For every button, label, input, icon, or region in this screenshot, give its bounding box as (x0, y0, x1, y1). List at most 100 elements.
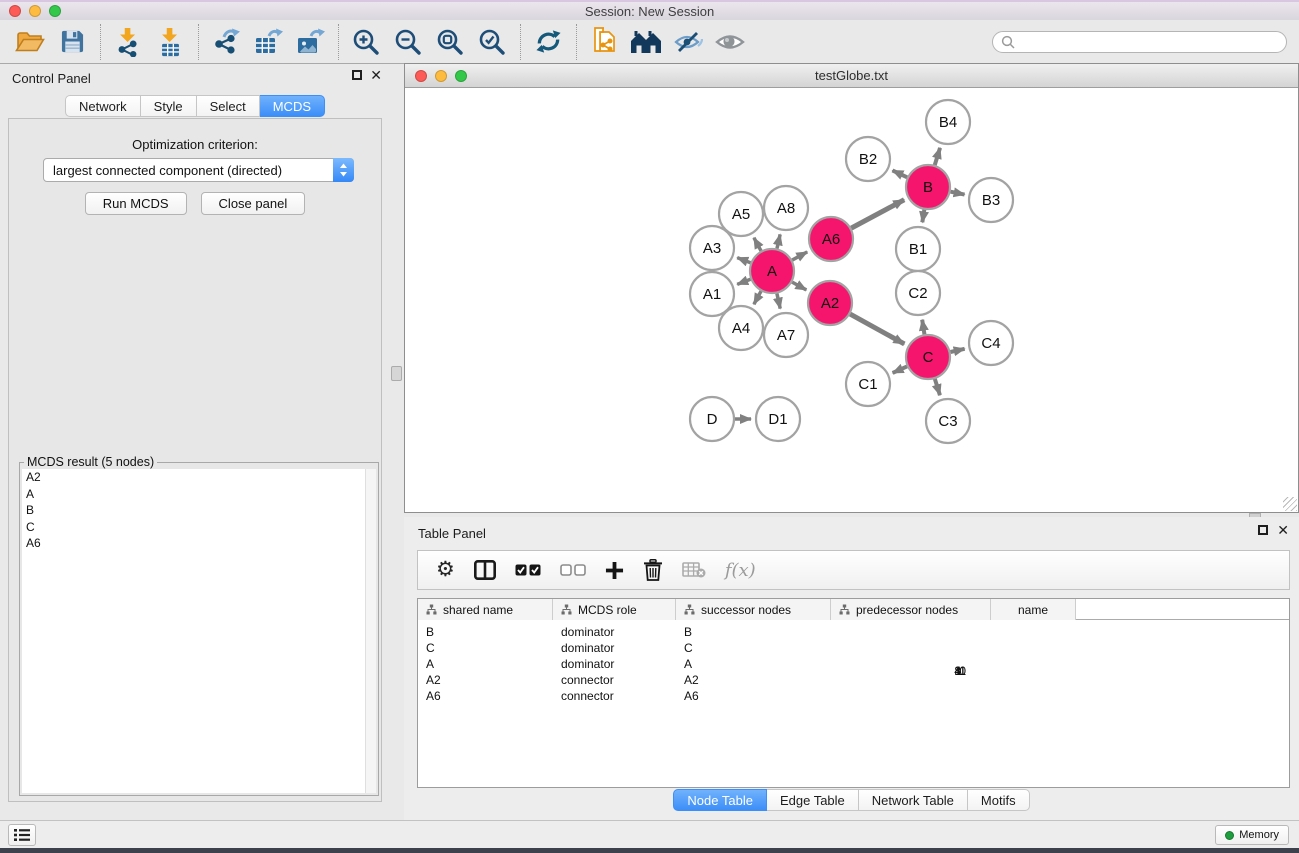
export-network-button[interactable] (208, 24, 244, 60)
delete-table-button[interactable] (682, 562, 706, 578)
edge-A2-C[interactable] (850, 314, 904, 344)
import-network-button[interactable] (110, 24, 146, 60)
export-table-button[interactable] (250, 24, 286, 60)
import-table-button[interactable] (152, 24, 188, 60)
node-A6[interactable]: A6 (809, 217, 853, 261)
mcds-result-item[interactable]: B (22, 502, 376, 519)
network-canvas[interactable]: AA1A2A3A4A5A6A7A8BB1B2B3B4CC1C2C3C4DD1 (405, 89, 1298, 512)
mcds-result-item[interactable]: A (22, 486, 376, 503)
edge-A-A7[interactable] (777, 293, 780, 308)
search-field[interactable] (992, 31, 1287, 53)
edge-B-B3[interactable] (951, 192, 965, 195)
mcds-result-item[interactable]: A2 (22, 469, 376, 486)
function-builder-button[interactable]: f(x) (725, 560, 756, 581)
zoom-fit-button[interactable] (432, 24, 468, 60)
task-history-button[interactable] (8, 824, 36, 846)
save-session-button[interactable] (54, 24, 90, 60)
table-float-panel-icon[interactable] (1258, 525, 1268, 535)
mcds-result-item[interactable]: C (22, 519, 376, 536)
tab-select[interactable]: Select (197, 95, 260, 117)
show-all-button[interactable] (712, 24, 748, 60)
refresh-button[interactable] (530, 24, 566, 60)
memory-button[interactable]: Memory (1215, 825, 1289, 845)
edge-A-A1[interactable] (737, 279, 750, 284)
node-C[interactable]: C (906, 335, 950, 379)
tab-network[interactable]: Network (65, 95, 141, 117)
node-B2[interactable]: B2 (846, 137, 890, 181)
table-close-panel-icon[interactable]: ✕ (1277, 525, 1289, 535)
edge-C-C4[interactable] (950, 349, 964, 352)
node-A8[interactable]: A8 (764, 186, 808, 230)
deselect-all-button[interactable] (560, 564, 586, 576)
node-D1[interactable]: D1 (756, 397, 800, 441)
column-header-name[interactable]: name (991, 599, 1076, 620)
table-tab-node-table[interactable]: Node Table (673, 789, 767, 811)
table-settings-button[interactable]: ⚙ (436, 560, 455, 580)
select-all-button[interactable] (515, 564, 541, 576)
result-scrollbar[interactable] (365, 469, 376, 793)
column-visibility-button[interactable] (474, 560, 496, 580)
hide-selected-button[interactable] (670, 24, 706, 60)
zoom-selected-button[interactable] (474, 24, 510, 60)
node-C2[interactable]: C2 (896, 271, 940, 315)
add-column-button[interactable] (605, 561, 624, 580)
zoom-in-button[interactable] (348, 24, 384, 60)
node-B[interactable]: B (906, 165, 950, 209)
node-B4[interactable]: B4 (926, 100, 970, 144)
edge-A-A4[interactable] (754, 291, 761, 304)
window-resize-grip[interactable] (1283, 497, 1297, 511)
table-tab-edge-table[interactable]: Edge Table (767, 789, 859, 811)
svg-text:A: A (767, 263, 777, 280)
node-B1[interactable]: B1 (896, 227, 940, 271)
vertical-splitter-handle[interactable] (391, 366, 402, 381)
node-A[interactable]: A (750, 249, 794, 293)
open-session-button[interactable] (12, 24, 48, 60)
node-A5[interactable]: A5 (719, 192, 763, 236)
edge-A6-B[interactable] (851, 200, 904, 228)
close-panel-icon[interactable]: ✕ (370, 70, 382, 80)
close-panel-button[interactable]: Close panel (201, 192, 306, 215)
node-C1[interactable]: C1 (846, 362, 890, 406)
table-row[interactable]: A6connector11A6 (418, 688, 1289, 704)
new-session-from-network-button[interactable] (586, 24, 622, 60)
table-tab-network-table[interactable]: Network Table (859, 789, 968, 811)
node-C4[interactable]: C4 (969, 321, 1013, 365)
column-header-successor-nodes[interactable]: successor nodes (676, 599, 831, 620)
mcds-result-item[interactable]: A6 (22, 535, 376, 552)
table-tab-motifs[interactable]: Motifs (968, 789, 1030, 811)
edge-A-A5[interactable] (754, 238, 761, 251)
tab-style[interactable]: Style (141, 95, 197, 117)
tab-mcds[interactable]: MCDS (260, 95, 325, 117)
edge-B-B4[interactable] (935, 148, 940, 165)
attribute-tree-icon (839, 604, 850, 615)
cell-name: A (676, 656, 761, 672)
edge-A-A2[interactable] (792, 282, 806, 290)
table-row[interactable]: Bdominator41B (418, 624, 1289, 640)
edge-B-B2[interactable] (892, 170, 907, 177)
node-B3[interactable]: B3 (969, 178, 1013, 222)
node-C3[interactable]: C3 (926, 399, 970, 443)
float-panel-icon[interactable] (352, 70, 362, 80)
table-row[interactable]: Cdominator41C (418, 640, 1289, 656)
edge-C-C3[interactable] (935, 379, 940, 395)
column-header-shared-name[interactable]: shared name (418, 599, 553, 620)
criterion-dropdown[interactable]: largest connected component (directed) (43, 158, 354, 182)
edge-A-A8[interactable] (777, 234, 780, 248)
export-image-button[interactable] (292, 24, 328, 60)
edge-A-A6[interactable] (792, 252, 807, 260)
edge-B-B1[interactable] (922, 210, 924, 223)
edge-A-A3[interactable] (737, 258, 750, 263)
column-header-predecessor-nodes[interactable]: predecessor nodes (831, 599, 991, 620)
delete-column-button[interactable] (643, 559, 663, 581)
search-input[interactable] (1020, 34, 1278, 49)
home-button[interactable] (628, 24, 664, 60)
node-A2[interactable]: A2 (808, 281, 852, 325)
node-A7[interactable]: A7 (764, 313, 808, 357)
zoom-out-button[interactable] (390, 24, 426, 60)
node-A4[interactable]: A4 (719, 306, 763, 350)
column-header-MCDS-role[interactable]: MCDS role (553, 599, 676, 620)
run-mcds-button[interactable]: Run MCDS (85, 192, 187, 215)
node-D[interactable]: D (690, 397, 734, 441)
edge-C-C1[interactable] (893, 366, 907, 372)
edge-C-C2[interactable] (922, 320, 924, 335)
